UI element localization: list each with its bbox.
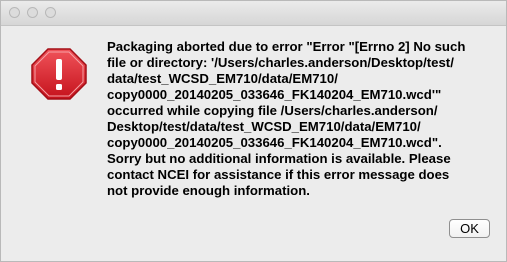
zoom-window-button[interactable] <box>45 7 56 18</box>
error-dialog-window: Packaging aborted due to error "Error "[… <box>0 0 507 262</box>
ok-button[interactable]: OK <box>449 219 490 238</box>
minimize-window-button[interactable] <box>27 7 38 18</box>
error-stop-sign-icon <box>31 48 87 100</box>
dialog-content: Packaging aborted due to error "Error "[… <box>1 26 506 261</box>
close-window-button[interactable] <box>9 7 20 18</box>
title-bar <box>1 1 506 26</box>
error-message: Packaging aborted due to error "Error "[… <box>107 39 466 198</box>
